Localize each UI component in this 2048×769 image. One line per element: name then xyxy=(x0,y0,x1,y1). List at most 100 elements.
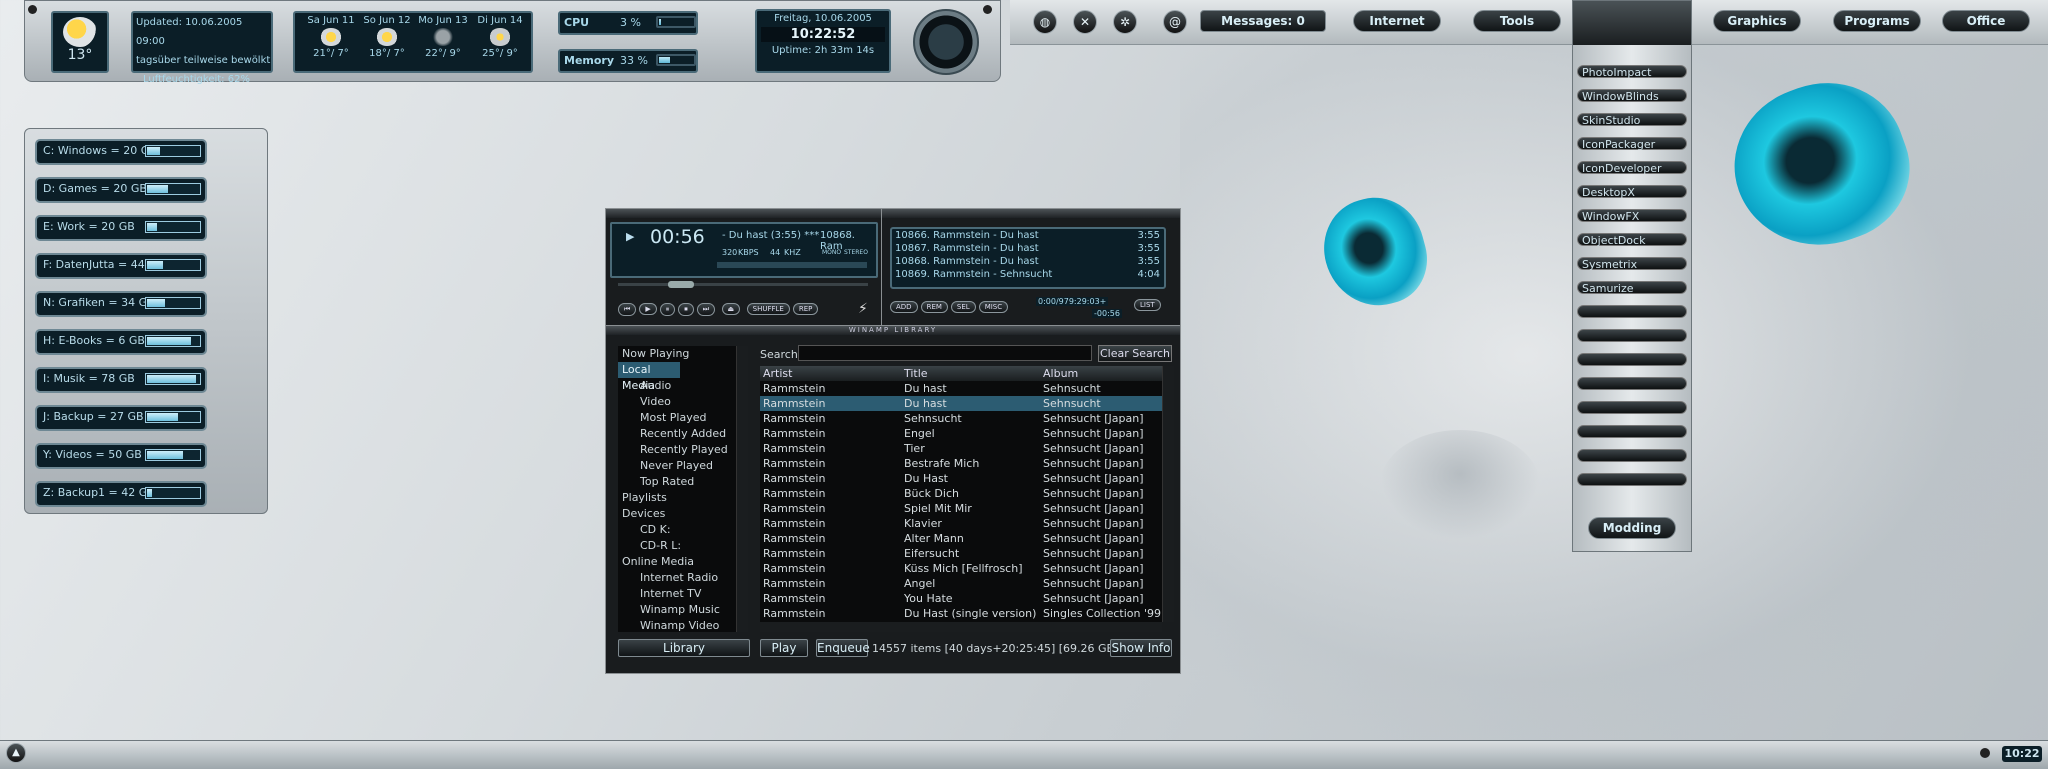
drive-item[interactable]: Z: Backup1 = 42 GB xyxy=(35,481,207,507)
tree-item[interactable]: Now Playing xyxy=(618,346,736,362)
close-dot[interactable] xyxy=(983,5,992,14)
table-row[interactable]: Rammstein Spiel Mit Mir Sehnsucht [Japan] xyxy=(760,501,1162,516)
enqueue-button[interactable]: Enqueue xyxy=(816,639,870,657)
playlist-entry[interactable]: 10868. Rammstein - Du hast 3:55 xyxy=(892,255,1164,268)
asterisk-icon[interactable]: ✲ xyxy=(1113,10,1137,34)
table-row[interactable]: Rammstein Klavier Sehnsucht [Japan] xyxy=(760,516,1162,531)
modding-item[interactable] xyxy=(1577,353,1687,366)
tree-item[interactable]: Local Media xyxy=(618,362,680,392)
drive-item[interactable]: Y: Videos = 50 GB xyxy=(35,443,207,469)
table-row[interactable]: Rammstein Angel Sehnsucht [Japan] xyxy=(760,576,1162,591)
volume-slider[interactable] xyxy=(717,262,867,268)
drive-item[interactable]: C: Windows = 20 GB xyxy=(35,139,207,165)
list-button[interactable]: LIST xyxy=(1134,299,1161,311)
seek-thumb[interactable] xyxy=(668,281,694,288)
tree-item[interactable]: Top Rated xyxy=(618,474,736,490)
playlist-entry[interactable]: 10866. Rammstein - Du hast 3:55 xyxy=(892,229,1164,242)
tree-item[interactable]: CD-R L: xyxy=(618,538,736,554)
modding-item[interactable] xyxy=(1577,473,1687,486)
tree-item[interactable]: Recently Added xyxy=(618,426,736,442)
eject-button[interactable]: ⏏ xyxy=(721,303,741,315)
modding-item[interactable] xyxy=(1577,401,1687,414)
modding-item[interactable] xyxy=(1577,425,1687,438)
col-artist[interactable]: Artist xyxy=(763,366,898,381)
menu-programs[interactable]: Programs xyxy=(1833,10,1921,32)
playlist-titlebar[interactable] xyxy=(882,209,1180,218)
table-row[interactable]: Rammstein Engel Sehnsucht [Japan] xyxy=(760,426,1162,441)
table-row[interactable]: Rammstein Du Hast Sehnsucht [Japan] xyxy=(760,471,1162,486)
menu-graphics[interactable]: Graphics xyxy=(1713,10,1801,32)
tree-item[interactable]: Playlists xyxy=(618,490,736,506)
taskbar-clock[interactable]: 10:22 xyxy=(2002,746,2042,762)
play-button[interactable]: ▶ xyxy=(639,303,657,315)
table-row[interactable]: Rammstein Du Hast (single version) Singles… xyxy=(760,606,1162,621)
tree-item[interactable]: Video xyxy=(618,394,736,410)
playlist-entry[interactable]: 10869. Rammstein - Sehnsucht 4:04 xyxy=(892,268,1164,281)
playlist-entry[interactable]: 10867. Rammstein - Du hast 3:55 xyxy=(892,242,1164,255)
modding-item[interactable]: SkinStudio xyxy=(1577,113,1687,127)
tree-item[interactable]: Winamp Video xyxy=(618,618,736,632)
table-row[interactable]: Rammstein You Hate Sehnsucht [Japan] xyxy=(760,591,1162,606)
globe-icon[interactable]: ◍ xyxy=(1033,10,1057,34)
table-row[interactable]: Rammstein Bück Dich Sehnsucht [Japan] xyxy=(760,486,1162,501)
modding-item[interactable]: WindowFX xyxy=(1577,209,1687,223)
tree-item[interactable]: Devices xyxy=(618,506,736,522)
messages-button[interactable]: Messages: 0 xyxy=(1200,10,1326,32)
modding-item[interactable]: PhotoImpact xyxy=(1577,65,1687,79)
table-row[interactable]: Rammstein Küss Mich [Fellfrosch] Sehnsucht… xyxy=(760,561,1162,576)
tray-icon[interactable] xyxy=(1980,748,1990,758)
table-row[interactable]: Rammstein Tier Sehnsucht [Japan] xyxy=(760,441,1162,456)
modding-item[interactable]: ObjectDock xyxy=(1577,233,1687,247)
table-row[interactable]: Rammstein Alter Mann Sehnsucht [Japan] xyxy=(760,531,1162,546)
drive-item[interactable]: D: Games = 20 GB xyxy=(35,177,207,203)
menu-tools[interactable]: Tools xyxy=(1473,10,1561,32)
drive-item[interactable]: H: E-Books = 6 GB xyxy=(35,329,207,355)
tree-item[interactable]: Most Played xyxy=(618,410,736,426)
modding-item[interactable]: DesktopX xyxy=(1577,185,1687,199)
table-row[interactable]: Rammstein Sehnsucht Sehnsucht [Japan] xyxy=(760,411,1162,426)
sel-button[interactable]: SEL xyxy=(950,301,976,313)
menu-office[interactable]: Office xyxy=(1942,10,2030,32)
tree-item[interactable]: Recently Played xyxy=(618,442,736,458)
tree-scrollbar[interactable] xyxy=(736,346,748,632)
table-scrollbar-vertical[interactable] xyxy=(1162,366,1174,622)
menu-internet[interactable]: Internet xyxy=(1353,10,1441,32)
drive-item[interactable]: F: DatenJutta = 44 GB xyxy=(35,253,207,279)
tools-icon[interactable]: ✕ xyxy=(1073,10,1097,34)
table-row[interactable]: Rammstein Bestrafe Mich Sehnsucht [Japan] xyxy=(760,456,1162,471)
modding-item[interactable]: IconPackager xyxy=(1577,137,1687,151)
col-album[interactable]: Album xyxy=(1043,366,1078,381)
modding-item[interactable] xyxy=(1577,305,1687,318)
play-selected-button[interactable]: Play xyxy=(760,639,808,657)
modding-item[interactable]: Samurize xyxy=(1577,281,1687,295)
modding-item[interactable]: Sysmetrix xyxy=(1577,257,1687,271)
next-button[interactable]: ⏭ xyxy=(696,303,716,316)
drive-item[interactable]: N: Grafiken = 34 GB xyxy=(35,291,207,317)
drive-item[interactable]: I: Musik = 78 GB xyxy=(35,367,207,393)
col-title[interactable]: Title xyxy=(904,366,1039,381)
tree-item[interactable]: Internet Radio xyxy=(618,570,736,586)
misc-button[interactable]: MISC xyxy=(978,301,1009,313)
tree-item[interactable]: Never Played xyxy=(618,458,736,474)
add-button[interactable]: ADD xyxy=(890,301,918,313)
clear-search-button[interactable]: Clear Search xyxy=(1098,345,1172,362)
seek-bar[interactable] xyxy=(618,281,868,288)
table-scrollbar-horizontal[interactable] xyxy=(760,622,1162,632)
modding-item[interactable] xyxy=(1577,449,1687,462)
modding-item[interactable] xyxy=(1577,377,1687,390)
modding-button[interactable]: Modding xyxy=(1588,517,1676,539)
at-icon[interactable]: @ xyxy=(1163,10,1187,34)
rem-button[interactable]: REM xyxy=(920,301,948,313)
table-row[interactable]: Rammstein Du hast Sehnsucht xyxy=(760,381,1162,396)
pause-button[interactable]: ⏸ xyxy=(659,303,676,316)
tree-item[interactable]: Winamp Music xyxy=(618,602,736,618)
table-row[interactable]: Rammstein Du hast Sehnsucht xyxy=(760,396,1162,411)
show-info-button[interactable]: Show Info xyxy=(1110,639,1172,657)
search-input[interactable] xyxy=(798,345,1092,361)
close-dot[interactable] xyxy=(28,5,37,14)
modding-item[interactable] xyxy=(1577,329,1687,342)
modding-item[interactable]: WindowBlinds xyxy=(1577,89,1687,103)
tree-item[interactable]: CD K: xyxy=(618,522,736,538)
modding-item[interactable]: IconDeveloper xyxy=(1577,161,1687,175)
start-icon[interactable]: ▲ xyxy=(6,743,26,763)
